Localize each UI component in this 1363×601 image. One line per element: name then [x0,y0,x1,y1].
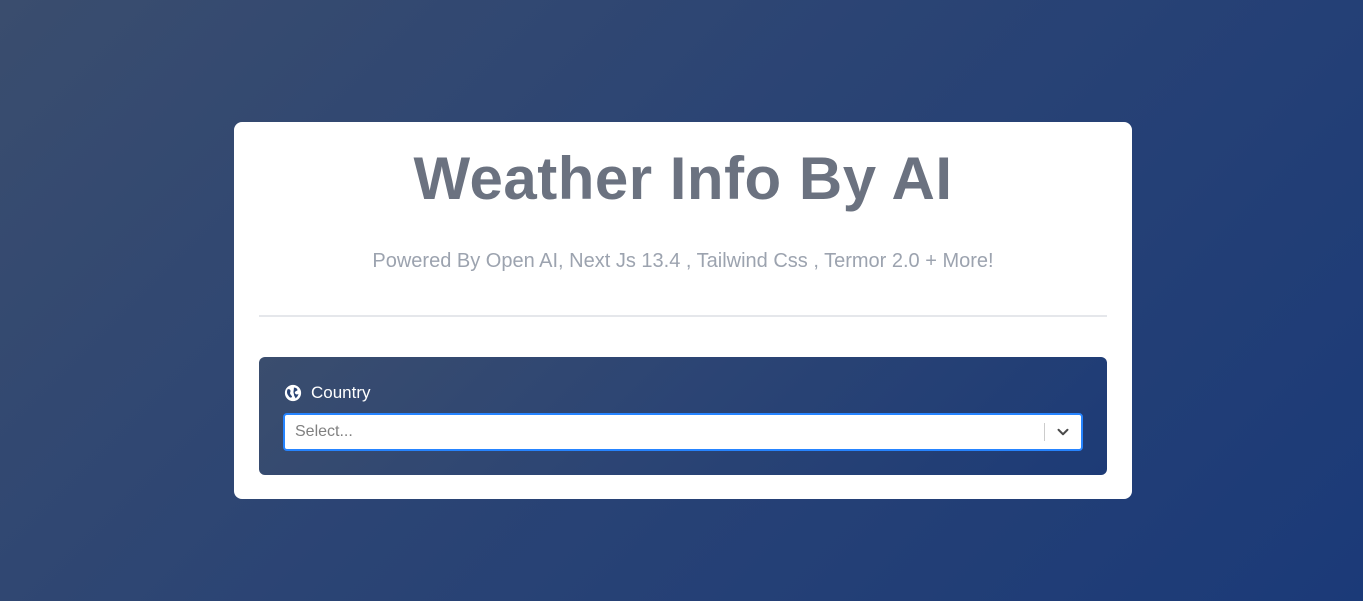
country-panel: Country Select... [259,357,1107,475]
divider [259,315,1107,317]
globe-icon [284,384,302,402]
page-title: Weather Info By AI [413,145,953,212]
dropdown-separator [1044,423,1045,441]
country-select[interactable]: Select... [283,413,1083,451]
page-subtitle: Powered By Open AI, Next Js 13.4 , Tailw… [372,250,994,272]
main-card: Weather Info By AI Powered By Open AI, N… [234,122,1132,499]
country-select-placeholder: Select... [295,423,353,440]
country-label: Country [311,383,371,402]
country-label-row: Country [284,383,371,403]
chevron-down-icon[interactable] [1054,423,1072,441]
